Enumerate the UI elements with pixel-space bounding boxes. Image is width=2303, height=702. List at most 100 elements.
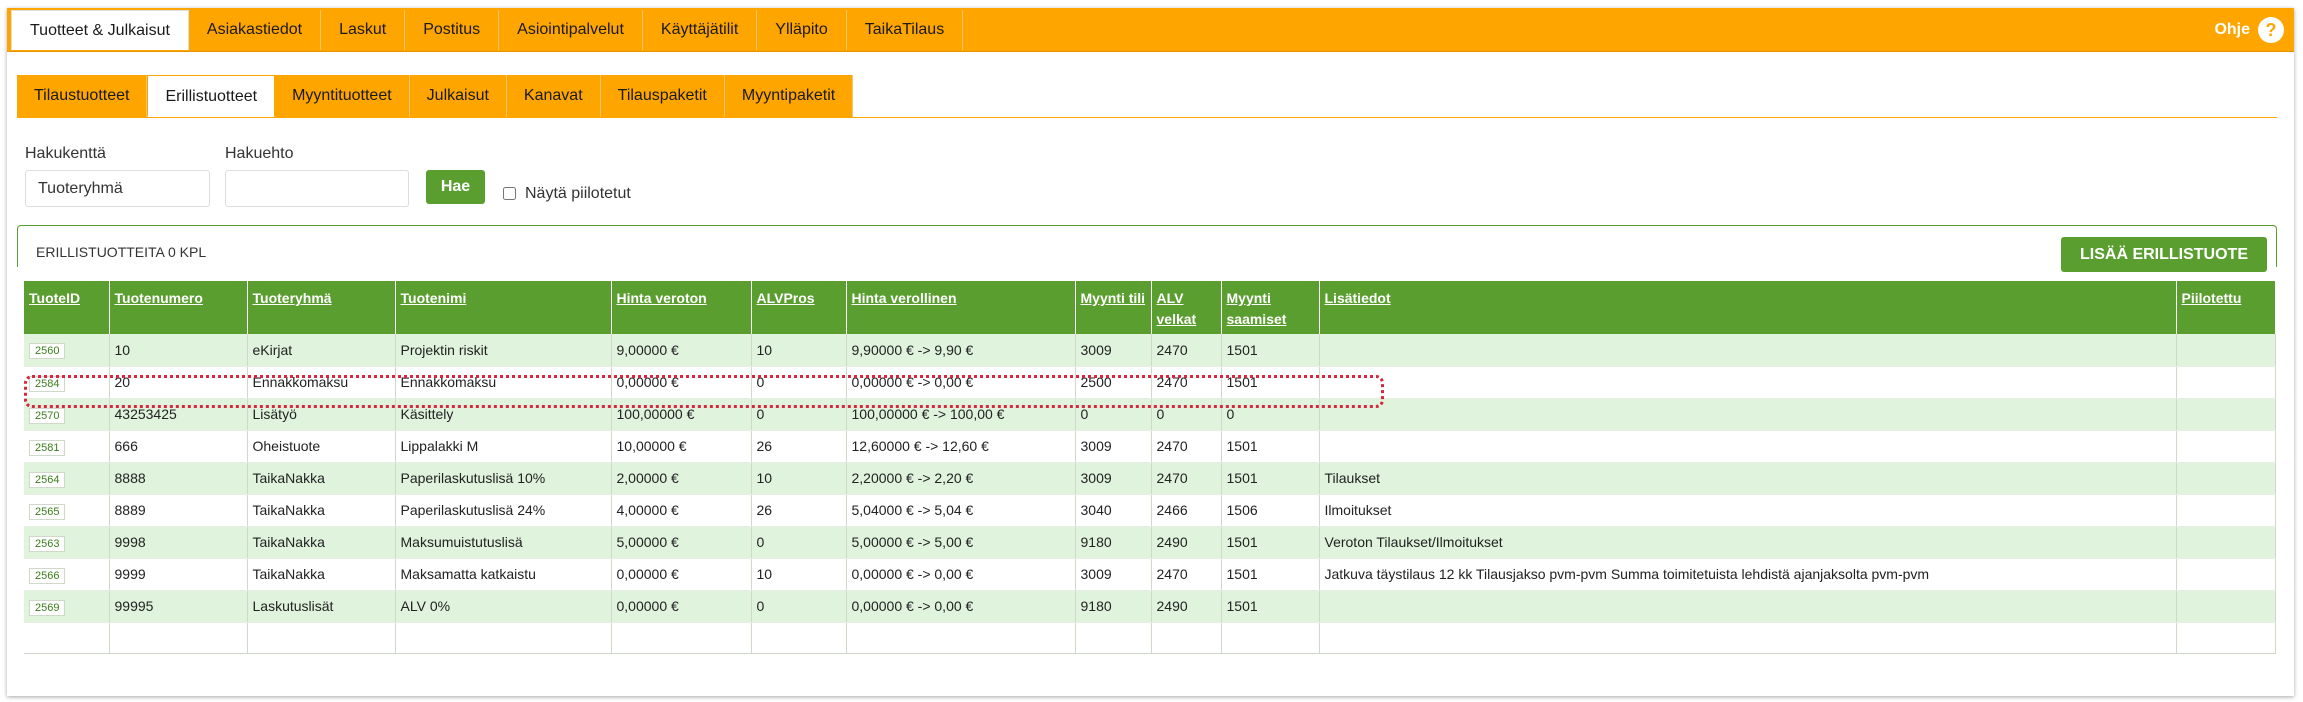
table-cell: 9,00000 € (611, 334, 752, 367)
table-cell: 1501 (1221, 462, 1320, 495)
table-cell: 0 (751, 526, 847, 559)
top-navigation: Tuotteet & Julkaisut Asiakastiedot Lasku… (7, 8, 2294, 52)
sub-tabs: Tilaustuotteet Erillistuotteet Myyntituo… (17, 75, 2277, 118)
top-tab-asiakastiedot[interactable]: Asiakastiedot (189, 10, 322, 50)
col-header-alv-velkat[interactable]: ALV velkat (1151, 281, 1222, 334)
table-cell: 26 (751, 494, 847, 527)
col-header-hinta-veroton[interactable]: Hinta veroton (611, 281, 752, 334)
table-row-empty (24, 622, 2276, 654)
subtab-kanavat[interactable]: Kanavat (506, 75, 601, 117)
search-criteria-input[interactable] (225, 170, 409, 207)
col-header-myynti-tili[interactable]: Myynti tili (1075, 281, 1152, 334)
table-cell (2176, 366, 2276, 399)
show-hidden-checkbox[interactable] (503, 187, 516, 200)
table-row[interactable]: 2563 9998 TaikaNakka Maksumuistutuslisä 5,00… (24, 526, 2276, 559)
table-cell: Käsittely (395, 398, 612, 431)
table-cell: 5,00000 € (611, 526, 752, 559)
table-cell (1075, 622, 1152, 654)
product-id-link[interactable]: 2581 (29, 439, 66, 456)
table-row[interactable]: 2570 43253425 Lisätyö Käsittely 100,00000 €0… (24, 398, 2276, 431)
table-row[interactable]: 2565 8889 TaikaNakka Paperilaskutuslisä 24%… (24, 494, 2276, 527)
col-header-hinta-verollinen[interactable]: Hinta verollinen (846, 281, 1076, 334)
top-tab-asiointipalvelut[interactable]: Asiointipalvelut (499, 10, 643, 50)
product-id-link[interactable]: 2566 (29, 567, 66, 584)
search-field-label: Hakukenttä (25, 145, 106, 162)
col-header-tuoteid[interactable]: TuoteID (24, 281, 110, 334)
table-cell: Ennakkomaksu (395, 366, 612, 399)
table-cell: 10 (751, 558, 847, 591)
top-tab-postitus[interactable]: Postitus (405, 10, 500, 50)
table-cell: 3009 (1075, 334, 1152, 367)
table-cell: 2560 (24, 334, 110, 367)
table-cell: TaikaNakka (247, 526, 396, 559)
table-cell (2176, 462, 2276, 495)
subtab-erillistuotteet[interactable]: Erillistuotteet (147, 75, 276, 117)
top-tab-kayttajatilit[interactable]: Käyttäjätilit (643, 10, 758, 50)
col-header-myynti-saamiset[interactable]: Myynti saamiset (1221, 281, 1320, 334)
table-cell: 100,00000 € (611, 398, 752, 431)
table-cell: 2570 (24, 398, 110, 431)
col-header-lisatiedot[interactable]: Lisätiedot (1319, 281, 2177, 334)
table-cell: 2470 (1151, 366, 1222, 399)
table-cell (2176, 430, 2276, 463)
product-id-link[interactable]: 2564 (29, 471, 66, 488)
subtab-tilaustuotteet[interactable]: Tilaustuotteet (17, 75, 148, 117)
product-id-link[interactable]: 2563 (29, 535, 66, 552)
top-tab-laskut[interactable]: Laskut (321, 10, 406, 50)
table-row[interactable]: 2569 99995 Laskutuslisät ALV 0% 0,00000 €0 0,… (24, 590, 2276, 623)
table-cell: Lippalakki M (395, 430, 612, 463)
table-cell: 1501 (1221, 430, 1320, 463)
table-cell: 3009 (1075, 558, 1152, 591)
col-header-alvpros[interactable]: ALVPros (751, 281, 847, 334)
table-body: 2560 10 eKirjat Projektin riskit 9,00000 €10… (24, 334, 2276, 654)
table-cell: TaikaNakka (247, 494, 396, 527)
table-row[interactable]: 2564 8888 TaikaNakka Paperilaskutuslisä 10%… (24, 462, 2276, 495)
table-cell: 9180 (1075, 526, 1152, 559)
col-header-tuotenimi[interactable]: Tuotenimi (395, 281, 612, 334)
table-cell: 5,04000 € -> 5,04 € (846, 494, 1076, 527)
top-tab-tuotteet-julkaisut[interactable]: Tuotteet & Julkaisut (11, 10, 189, 50)
table-cell: Veroton Tilaukset/Ilmoitukset (1319, 526, 2177, 559)
col-header-tuoteryhma[interactable]: Tuoteryhmä (247, 281, 396, 334)
table-cell: 2563 (24, 526, 110, 559)
table-cell (1319, 366, 2177, 399)
subtab-julkaisut[interactable]: Julkaisut (409, 75, 507, 117)
search-button[interactable]: Hae (426, 170, 485, 204)
table-cell: 2,00000 € (611, 462, 752, 495)
top-tab-taikatilaus[interactable]: TaikaTilaus (847, 10, 964, 50)
help-icon[interactable]: ? (2258, 17, 2284, 43)
table-row[interactable]: 2560 10 eKirjat Projektin riskit 9,00000 €10… (24, 334, 2276, 367)
table-cell: 0 (1221, 398, 1320, 431)
table-cell (24, 622, 110, 654)
table-cell (1319, 590, 2177, 623)
product-id-link[interactable]: 2570 (29, 407, 66, 424)
add-product-button[interactable]: LISÄÄ ERILLISTUOTE (2061, 237, 2267, 272)
table-cell: 10 (751, 462, 847, 495)
product-id-link[interactable]: 2584 (29, 375, 66, 392)
help-link[interactable]: Ohje ? (2214, 17, 2284, 43)
search-field-select[interactable] (25, 170, 210, 207)
product-id-link[interactable]: 2565 (29, 503, 66, 520)
subtab-tilauspaketit[interactable]: Tilauspaketit (600, 75, 725, 117)
table-cell (1319, 430, 2177, 463)
product-id-link[interactable]: 2569 (29, 599, 66, 616)
table-cell: 1501 (1221, 526, 1320, 559)
table-cell: 5,00000 € -> 5,00 € (846, 526, 1076, 559)
table-cell: 43253425 (109, 398, 248, 431)
table-row[interactable]: 2566 9999 TaikaNakka Maksamatta katkaistu 0,… (24, 558, 2276, 591)
table-row[interactable]: 2581 666 Oheistuote Lippalakki M 10,00000 €2… (24, 430, 2276, 463)
table-cell: 20 (109, 366, 248, 399)
table-cell: 1501 (1221, 558, 1320, 591)
table-cell (247, 622, 396, 654)
show-hidden-label: Näytä piilotetut (525, 185, 631, 202)
table-cell: Paperilaskutuslisä 24% (395, 494, 612, 527)
table-cell (751, 622, 847, 654)
table-row[interactable]: 2584 20 Ennakkomaksu Ennakkomaksu 0,00000 €0… (24, 366, 2276, 399)
col-header-piilotettu[interactable]: Piilotettu (2176, 281, 2276, 334)
subtab-myyntituotteet[interactable]: Myyntituotteet (275, 75, 410, 117)
product-id-link[interactable]: 2560 (29, 343, 66, 360)
subtab-myyntipaketit[interactable]: Myyntipaketit (724, 75, 854, 117)
table-cell: Oheistuote (247, 430, 396, 463)
col-header-tuotenumero[interactable]: Tuotenumero (109, 281, 248, 334)
top-tab-yllapito[interactable]: Ylläpito (757, 10, 847, 50)
